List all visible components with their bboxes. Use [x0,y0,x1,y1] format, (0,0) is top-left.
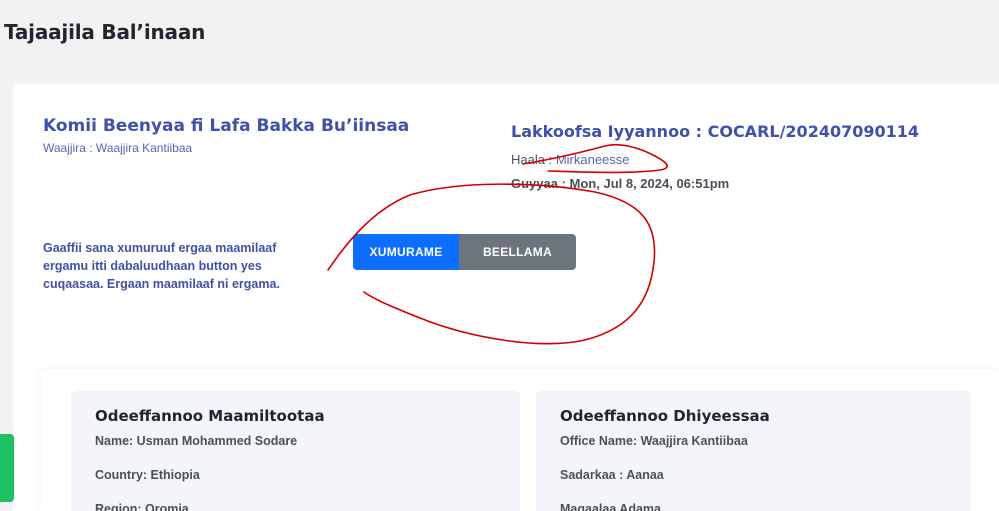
decision-instruction: Gaaffii sana xumuruuf ergaa maamilaaf er… [43,241,280,291]
complete-button[interactable]: XUMURAME [353,234,459,270]
status-line: Haala : Mirkaneesse [511,152,630,167]
provider-info-title: Odeeffannoo Dhiyeessaa [560,407,770,425]
date-line: Guyyaa : Mon, Jul 8, 2024, 06:51pm [511,176,730,191]
customer-name: Name: Usman Mohammed Sodare [95,434,298,448]
customer-info-card: Odeeffannoo Maamiltootaa Name: Usman Moh… [71,390,520,511]
service-title: Komii Beenyaa fi Lafa Bakka Bu’iinsaa [43,116,410,136]
side-feedback-tab[interactable] [0,434,14,502]
provider-level: Sadarkaa : Aanaa [560,468,664,482]
customer-info-title: Odeeffannoo Maamiltootaa [95,407,325,425]
appointment-button[interactable]: BEELLAMA [459,234,576,270]
status-value: Mirkaneesse [555,152,630,167]
customer-region: Region: Oromia [95,502,189,511]
customer-country: Country: Ethiopia [95,468,200,482]
provider-info-card: Odeeffannoo Dhiyeessaa Office Name: Waaj… [536,390,971,511]
tracking-number: Lakkoofsa Iyyannoo : COCARL/202407090114 [511,122,920,141]
provider-city: Magaalaa Adama [560,502,661,511]
page-title: Tajaajila Bal’inaan [4,20,206,44]
office-line: Waajjira : Waajjira Kantiibaa [43,141,193,155]
decision-button-group: XUMURAME BEELLAMA [353,234,576,270]
status-label: Haala : [511,152,556,167]
provider-office-name: Office Name: Waajjira Kantiibaa [560,434,748,448]
